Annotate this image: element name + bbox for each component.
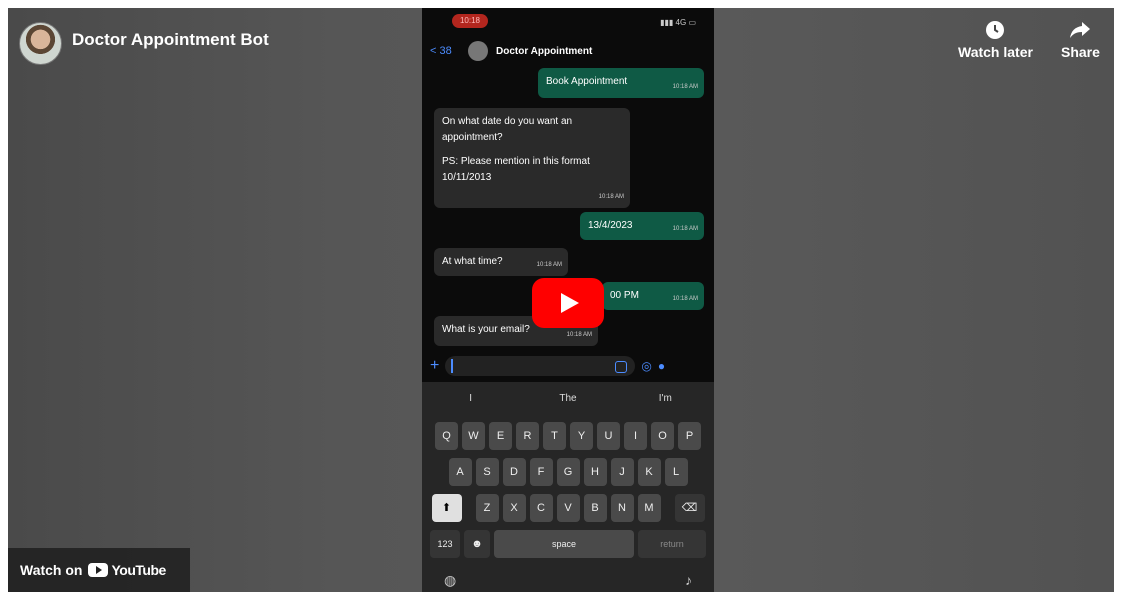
key[interactable]: D xyxy=(502,458,526,486)
message-bubble[interactable]: On what date do you want an appointment?… xyxy=(434,108,630,208)
watch-on-youtube-button[interactable]: Watch on YouTube xyxy=(8,548,190,592)
emoji-key[interactable]: ☻ xyxy=(464,530,490,558)
suggestion-bar: I The I'm xyxy=(422,388,714,410)
play-button[interactable] xyxy=(532,278,604,328)
key[interactable]: I xyxy=(624,422,647,450)
message-time: 10:18 AM xyxy=(672,84,698,90)
status-network: ▮▮▮ 4G ▭ xyxy=(660,18,696,27)
microphone-icon[interactable]: ● xyxy=(658,359,665,373)
space-key[interactable]: space xyxy=(494,530,634,558)
chat-header: < 38 Doctor Appointment xyxy=(422,34,714,68)
key[interactable]: J xyxy=(610,458,634,486)
contact-avatar[interactable] xyxy=(468,41,488,61)
key[interactable]: B xyxy=(583,494,607,522)
key-row-4: 123 ☻ space return xyxy=(422,530,714,558)
suggestion[interactable]: I xyxy=(422,388,519,410)
key[interactable]: S xyxy=(475,458,499,486)
key-row-1: Q W E R T Y U I O P xyxy=(422,422,714,450)
camera-icon[interactable]: ◎ xyxy=(641,359,651,373)
key[interactable]: U xyxy=(597,422,620,450)
message-text: What is your email? xyxy=(442,324,530,335)
watch-later-button[interactable]: Watch later xyxy=(958,20,1033,60)
key[interactable]: V xyxy=(556,494,580,522)
message-input-bar: + ◎ ● xyxy=(422,352,714,380)
key[interactable]: G xyxy=(556,458,580,486)
message-time: 10:18 AM xyxy=(672,226,698,232)
message-text: 13/4/2023 xyxy=(588,220,633,231)
key[interactable]: P xyxy=(678,422,701,450)
share-label: Share xyxy=(1061,44,1100,60)
message-bubble[interactable]: At what time? 10:18 AM xyxy=(434,248,568,276)
key[interactable]: O xyxy=(651,422,674,450)
globe-icon[interactable]: ◍ xyxy=(444,572,456,589)
shift-key[interactable]: ⬆ xyxy=(431,494,462,522)
network-label: 4G xyxy=(675,18,687,27)
share-button[interactable]: Share xyxy=(1061,20,1100,60)
key[interactable]: L xyxy=(664,458,688,486)
key[interactable]: R xyxy=(516,422,539,450)
clock-icon xyxy=(986,21,1005,39)
message-text: At what time? xyxy=(442,256,503,267)
suggestion[interactable]: The xyxy=(519,388,616,410)
message-time: 10:18 AM xyxy=(566,332,592,338)
message-text-note: PS: Please mention in this format 10/11/… xyxy=(442,156,590,183)
key[interactable]: K xyxy=(637,458,661,486)
keyboard: I The I'm Q W E R T Y U I O P A S D F G … xyxy=(422,382,714,592)
suggestion[interactable]: I'm xyxy=(617,388,714,410)
signal-icon: ▮▮▮ xyxy=(660,18,676,27)
text-cursor xyxy=(451,359,454,373)
sticker-icon[interactable] xyxy=(615,361,628,373)
youtube-play-icon xyxy=(88,563,109,577)
return-key[interactable]: return xyxy=(638,530,706,558)
contact-name[interactable]: Doctor Appointment xyxy=(496,46,592,57)
backspace-key[interactable]: ⌫ xyxy=(674,494,705,522)
message-text: On what date do you want an appointment? xyxy=(442,116,573,143)
key[interactable]: Y xyxy=(570,422,593,450)
key[interactable]: A xyxy=(448,458,472,486)
share-icon xyxy=(1070,22,1091,38)
channel-avatar[interactable] xyxy=(19,22,62,65)
key[interactable]: Q xyxy=(435,422,458,450)
key-row-2: A S D F G H J K L xyxy=(422,458,714,486)
key[interactable]: T xyxy=(543,422,566,450)
message-input[interactable] xyxy=(445,356,636,376)
message-bubble[interactable]: 00 PM 10:18 AM xyxy=(602,282,704,310)
key-row-3: ⬆ Z X C V B N M ⌫ xyxy=(422,494,714,522)
key[interactable]: Z xyxy=(475,494,499,522)
key[interactable]: W xyxy=(462,422,485,450)
watch-on-label: Watch on xyxy=(20,562,83,578)
message-time: 10:18 AM xyxy=(536,262,562,268)
video-player[interactable]: Doctor Appointment Bot Watch later Share… xyxy=(8,8,1114,592)
key[interactable]: E xyxy=(489,422,512,450)
phone-status-bar: 10:18 ▮▮▮ 4G ▭ xyxy=(422,8,714,32)
message-text: 00 PM xyxy=(610,290,639,301)
key[interactable]: N xyxy=(610,494,634,522)
youtube-logo: YouTube xyxy=(88,562,166,578)
key[interactable]: M xyxy=(637,494,661,522)
numbers-key[interactable]: 123 xyxy=(430,530,460,558)
status-time: 10:18 xyxy=(452,14,488,28)
message-bubble[interactable]: Book Appointment 10:18 AM xyxy=(538,68,704,98)
key[interactable]: F xyxy=(529,458,553,486)
video-title[interactable]: Doctor Appointment Bot xyxy=(72,30,269,50)
back-count: 38 xyxy=(439,45,452,57)
key[interactable]: C xyxy=(529,494,553,522)
key[interactable]: H xyxy=(583,458,607,486)
message-time: 10:18 AM xyxy=(598,194,624,200)
battery-icon: ▭ xyxy=(688,18,696,27)
message-bubble[interactable]: 13/4/2023 10:18 AM xyxy=(580,212,704,240)
message-time: 10:18 AM xyxy=(672,296,698,302)
key[interactable]: X xyxy=(502,494,526,522)
back-button[interactable]: < 38 xyxy=(430,45,468,57)
youtube-wordmark: YouTube xyxy=(111,562,166,578)
watch-later-label: Watch later xyxy=(958,44,1033,60)
message-text: Book Appointment xyxy=(546,76,628,87)
dictation-microphone-icon[interactable]: ♪ xyxy=(685,572,692,588)
plus-icon[interactable]: + xyxy=(430,357,439,375)
